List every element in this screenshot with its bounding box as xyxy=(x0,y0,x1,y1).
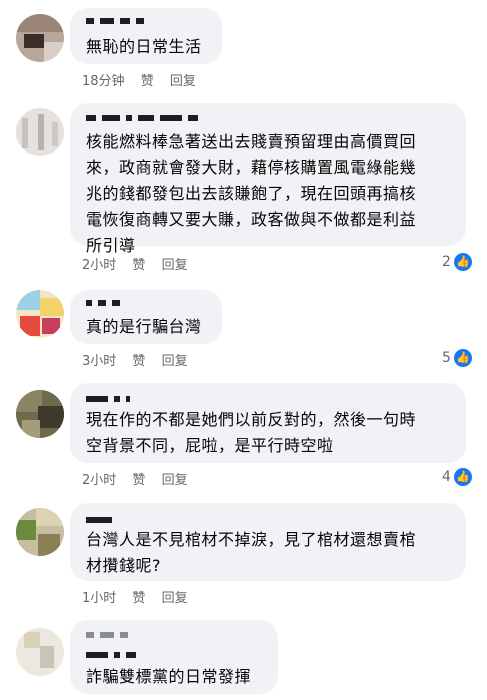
comment-actions: 2小时 赞 回复 xyxy=(82,469,200,488)
author-name-secondary xyxy=(86,652,142,658)
comment-actions: 18分钟 赞 回复 xyxy=(82,70,208,89)
reply-button[interactable]: 回复 xyxy=(162,473,188,488)
reply-button[interactable]: 回复 xyxy=(162,354,188,369)
comment-text: 真的是行騙台灣 xyxy=(86,317,202,336)
thumbs-up-icon: 👍 xyxy=(453,349,472,367)
avatar[interactable] xyxy=(16,628,64,676)
like-button[interactable]: 赞 xyxy=(132,258,145,273)
avatar[interactable] xyxy=(16,14,64,62)
reaction-count-number: 5 xyxy=(442,350,451,366)
author-name[interactable] xyxy=(86,396,136,402)
reply-button[interactable]: 回复 xyxy=(162,591,188,606)
timestamp[interactable]: 3小时 xyxy=(82,354,116,369)
timestamp[interactable]: 18分钟 xyxy=(82,74,125,89)
comment-text: 現在作的不都是她們以前反對的，然後一句時 空背景不同，屁啦，是平行時空啦 xyxy=(86,410,417,455)
avatar[interactable] xyxy=(16,508,64,556)
thumbs-up-icon: 👍 xyxy=(453,468,472,486)
comment-actions: 3小时 赞 回复 xyxy=(82,350,200,369)
reaction-count[interactable]: 4 👍 xyxy=(442,468,472,486)
like-button[interactable]: 赞 xyxy=(132,591,145,606)
avatar[interactable] xyxy=(16,390,64,438)
comment-text: 無恥的日常生活 xyxy=(86,37,202,56)
reaction-count[interactable]: 5 👍 xyxy=(442,349,472,367)
comment-text: 核能燃料棒急著送出去賤賣預留理由高價買回 來，政商就會發大財，藉停核購置風電綠能… xyxy=(86,132,417,255)
timestamp[interactable]: 2小时 xyxy=(82,258,116,273)
comment-actions: 1小时 赞 回复 xyxy=(82,587,200,606)
avatar[interactable] xyxy=(16,108,64,156)
comment-bubble: 台灣人是不見棺材不掉淚，見了棺材還想賣棺 材攢錢呢? xyxy=(70,503,466,581)
comment-bubble: 現在作的不都是她們以前反對的，然後一句時 空背景不同，屁啦，是平行時空啦 xyxy=(70,383,466,463)
comment-text: 台灣人是不見棺材不掉淚，見了棺材還想賣棺 材攢錢呢? xyxy=(86,530,417,575)
comment-actions: 2小时 赞 回复 xyxy=(82,254,200,273)
author-name[interactable] xyxy=(86,517,118,523)
timestamp[interactable]: 2小时 xyxy=(82,473,116,488)
author-name[interactable] xyxy=(86,115,204,121)
like-button[interactable]: 赞 xyxy=(141,74,154,89)
like-button[interactable]: 赞 xyxy=(132,354,145,369)
author-name[interactable] xyxy=(86,300,126,306)
comment-text: 詐騙雙標黨的日常發揮 xyxy=(86,667,252,686)
reaction-count-number: 2 xyxy=(442,254,451,270)
timestamp[interactable]: 1小时 xyxy=(82,591,116,606)
author-name[interactable] xyxy=(86,632,134,638)
comment-bubble: 真的是行騙台灣 xyxy=(70,290,222,344)
comment-bubble: 無恥的日常生活 xyxy=(70,8,222,64)
author-name[interactable] xyxy=(86,18,150,24)
reaction-count-number: 4 xyxy=(442,469,451,485)
like-button[interactable]: 赞 xyxy=(132,473,145,488)
comment-bubble: 詐騙雙標黨的日常發揮 xyxy=(70,620,278,694)
reaction-count[interactable]: 2 👍 xyxy=(442,253,472,271)
reply-button[interactable]: 回复 xyxy=(170,74,196,89)
reply-button[interactable]: 回复 xyxy=(162,258,188,273)
avatar[interactable] xyxy=(16,290,64,338)
thumbs-up-icon: 👍 xyxy=(453,253,472,271)
comment-bubble: 核能燃料棒急著送出去賤賣預留理由高價買回 來，政商就會發大財，藉停核購置風電綠能… xyxy=(70,103,466,255)
